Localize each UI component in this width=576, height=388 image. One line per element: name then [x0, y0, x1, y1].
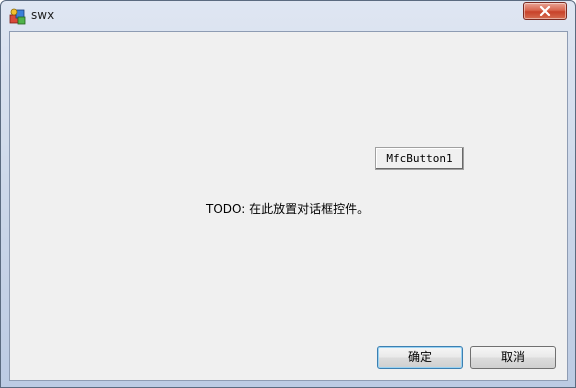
close-button[interactable]: [523, 2, 567, 20]
ok-button[interactable]: 确定: [377, 346, 463, 369]
title-bar[interactable]: swx: [1, 1, 575, 29]
close-icon: [539, 6, 551, 16]
dialog-client-area: MfcButton1 TODO: 在此放置对话框控件。 确定 取消: [9, 31, 568, 381]
dialog-window: swx MfcButton1 TODO: 在此放置对话框控件。 确定 取消: [0, 0, 576, 388]
window-title: swx: [31, 8, 55, 22]
app-icon[interactable]: [9, 7, 27, 25]
todo-label: TODO: 在此放置对话框控件。: [206, 202, 370, 216]
cancel-button[interactable]: 取消: [470, 346, 556, 369]
mfc-button-1[interactable]: MfcButton1: [375, 147, 464, 170]
